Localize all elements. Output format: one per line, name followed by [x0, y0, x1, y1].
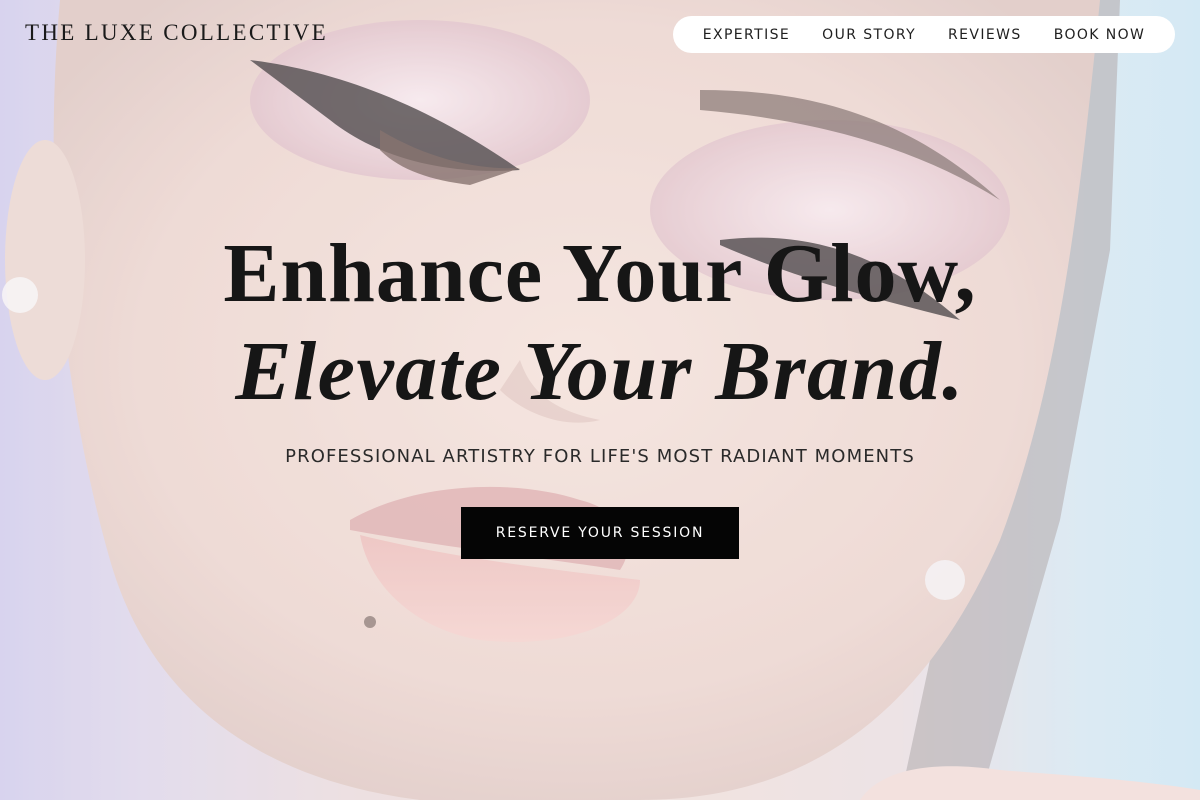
hero-title-line-1: Enhance Your Glow,	[223, 227, 977, 320]
nav-link-our-story[interactable]: OUR STORY	[822, 27, 916, 43]
reserve-session-button[interactable]: RESERVE YOUR SESSION	[461, 507, 739, 559]
hero-title-line-2: Elevate Your Brand.	[235, 325, 965, 418]
hero-subtitle: PROFESSIONAL ARTISTRY FOR LIFE'S MOST RA…	[285, 446, 915, 467]
main-nav: EXPERTISE OUR STORY REVIEWS BOOK NOW	[673, 16, 1175, 53]
hero-title: Enhance Your Glow, Elevate Your Brand.	[0, 225, 1200, 421]
nav-link-book-now[interactable]: BOOK NOW	[1054, 27, 1146, 43]
hero-section: Enhance Your Glow, Elevate Your Brand. P…	[0, 225, 1200, 559]
nav-link-expertise[interactable]: EXPERTISE	[703, 27, 790, 43]
brand-logo[interactable]: THE LUXE COLLECTIVE	[25, 20, 328, 46]
nav-link-reviews[interactable]: REVIEWS	[948, 27, 1022, 43]
site-header: THE LUXE COLLECTIVE EXPERTISE OUR STORY …	[0, 0, 1200, 70]
